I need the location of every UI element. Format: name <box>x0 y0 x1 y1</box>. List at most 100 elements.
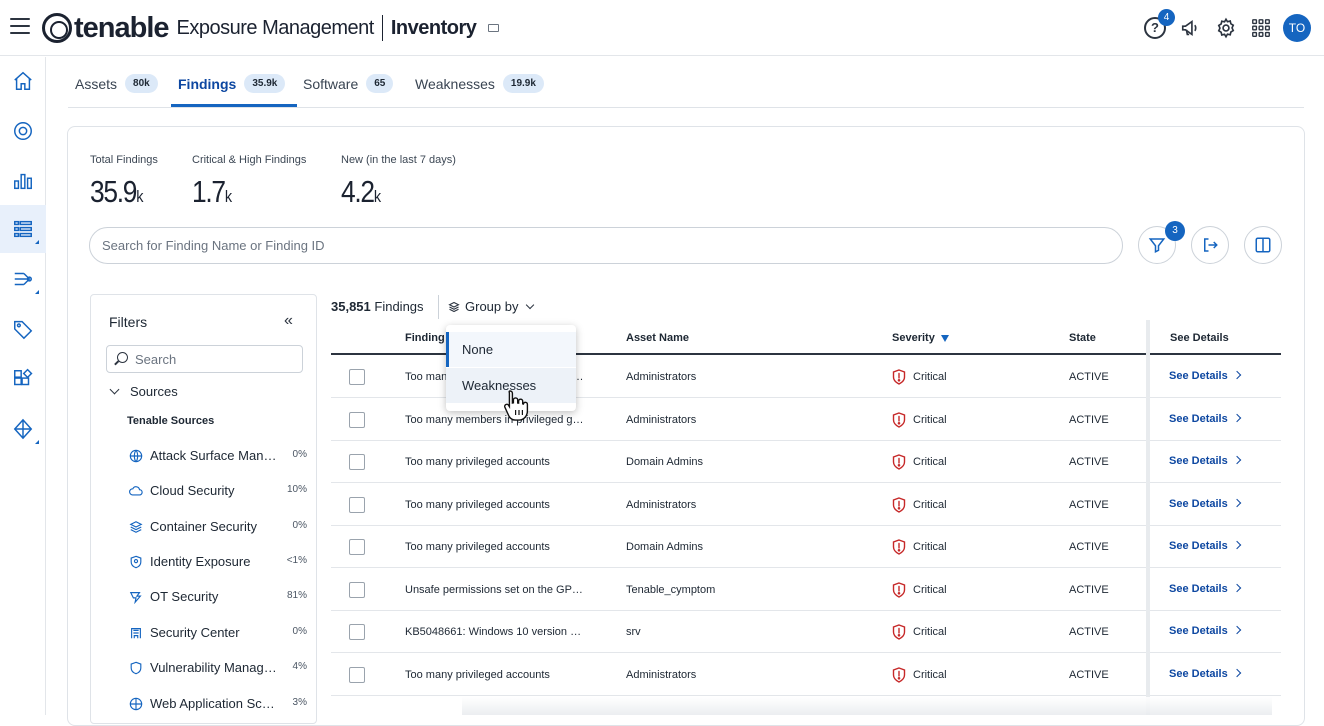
finding-name[interactable]: Too many privileged accounts <box>405 541 587 553</box>
stat-new-findings: New (in the last 7 days) 4.2k <box>341 154 456 210</box>
group-by-option-none[interactable]: None <box>446 332 576 367</box>
row-checkbox[interactable] <box>349 496 365 513</box>
table-row[interactable]: Too many privileged accounts Administrato… <box>331 484 1281 526</box>
state-cell: ACTIVE <box>1069 371 1109 383</box>
tab-software[interactable]: Software 65 <box>303 70 394 107</box>
source-filter-item[interactable]: OT Security 81% <box>127 588 307 608</box>
table-row[interactable]: Unsafe permissions set on the GPO object… <box>331 569 1281 611</box>
see-details-link[interactable]: See Details <box>1169 413 1241 425</box>
globe-icon <box>129 449 143 463</box>
critical-shield-icon <box>892 624 906 640</box>
attack-path-icon[interactable] <box>0 255 46 303</box>
shield-icon <box>130 661 142 675</box>
asset-name: Domain Admins <box>626 456 704 468</box>
brand[interactable]: tenable Exposure Management Inventory <box>42 10 500 46</box>
megaphone-icon[interactable] <box>1180 17 1202 39</box>
critical-shield-icon <box>892 539 906 555</box>
finding-search-input[interactable]: Search for Finding Name or Finding ID <box>89 227 1123 264</box>
row-checkbox[interactable] <box>349 539 365 555</box>
finding-name[interactable]: Too many privileged accounts <box>405 499 587 511</box>
column-header-severity[interactable]: Severity <box>892 332 949 344</box>
column-header-asset-name[interactable]: Asset Name <box>626 332 689 344</box>
group-by-dropdown[interactable]: Group by <box>448 299 535 314</box>
table-row[interactable]: Too many privileged accounts Administrato… <box>331 654 1281 696</box>
tab-count-badge: 65 <box>366 74 394 93</box>
source-filter-item[interactable]: Vulnerability Management 4% <box>127 659 307 679</box>
row-checkbox[interactable] <box>349 666 365 683</box>
see-details-link[interactable]: See Details <box>1169 668 1241 680</box>
tab-weaknesses[interactable]: Weaknesses 19.9k <box>415 70 544 107</box>
table-row[interactable]: KB5048661: Windows 10 version 1809 srv Cri… <box>331 611 1281 653</box>
list-icon[interactable] <box>0 205 46 253</box>
source-filter-item[interactable]: Cloud Security 10% <box>127 482 307 502</box>
finding-name[interactable]: Too many members in privileged groups <box>405 414 587 426</box>
source-filter-item[interactable]: Identity Exposure <1% <box>127 553 307 573</box>
collapse-icon[interactable]: « <box>284 312 293 330</box>
see-details-link[interactable]: See Details <box>1169 498 1241 510</box>
source-filter-item[interactable]: Attack Surface Management 0% <box>127 447 307 467</box>
source-filter-item[interactable]: Container Security 0% <box>127 518 307 538</box>
state-cell: ACTIVE <box>1069 626 1109 638</box>
finding-name[interactable]: Too many privileged accounts <box>405 456 587 468</box>
identity-icon <box>130 555 142 569</box>
row-checkbox[interactable] <box>349 369 365 385</box>
column-resize-handle[interactable] <box>1146 320 1150 715</box>
tag-icon[interactable] <box>0 305 46 353</box>
book-icon[interactable] <box>488 24 500 32</box>
finding-name[interactable]: Unsafe permissions set on the GPO object… <box>405 584 587 596</box>
export-button[interactable] <box>1191 226 1229 264</box>
chevron-right-icon <box>1232 540 1241 550</box>
state-cell: ACTIVE <box>1069 413 1109 426</box>
critical-shield-icon <box>892 369 906 385</box>
stat-label: Critical & High Findings <box>192 154 307 166</box>
divider <box>438 295 439 319</box>
columns-button[interactable] <box>1244 226 1282 264</box>
see-details-link[interactable]: See Details <box>1169 455 1241 467</box>
top-bar: tenable Exposure Management Inventory <box>0 0 1324 56</box>
row-checkbox[interactable] <box>349 411 365 428</box>
apps-grid-icon[interactable] <box>1250 17 1272 39</box>
search-icon <box>117 352 128 363</box>
row-checkbox[interactable] <box>349 581 365 598</box>
integrations-icon[interactable] <box>0 355 46 403</box>
chevron-right-icon <box>1232 370 1241 380</box>
stat-value: 1.7k <box>192 174 233 209</box>
row-checkbox[interactable] <box>349 624 365 640</box>
chart-icon[interactable] <box>0 157 46 205</box>
scroll-overlay <box>462 697 1272 715</box>
see-details-link[interactable]: See Details <box>1169 583 1241 595</box>
tenable-logo-icon <box>42 13 72 43</box>
asset-name: srv <box>626 626 641 638</box>
source-filter-item[interactable]: Security Center 0% <box>127 624 307 644</box>
chevron-right-icon <box>1232 625 1241 635</box>
see-details-link[interactable]: See Details <box>1169 625 1241 637</box>
security-center-icon <box>131 628 141 639</box>
tab-findings[interactable]: Findings 35.9k <box>178 70 286 107</box>
notification-badge: 4 <box>1158 9 1175 26</box>
chevron-right-icon <box>1232 668 1241 677</box>
table-row[interactable]: Too many privileged accounts Domain Admin… <box>331 526 1281 568</box>
left-rail <box>0 57 46 715</box>
see-details-link[interactable]: See Details <box>1169 540 1241 552</box>
gear-icon[interactable] <box>1215 17 1237 39</box>
stat-value: 4.2k <box>341 174 382 209</box>
tab-assets[interactable]: Assets 80k <box>75 70 158 107</box>
target-icon[interactable] <box>0 107 46 155</box>
sources-toggle[interactable]: Sources <box>109 384 178 399</box>
column-header-finding[interactable]: Finding <box>405 332 445 344</box>
row-checkbox[interactable] <box>349 454 365 470</box>
finding-name[interactable]: Too many privileged accounts <box>405 669 587 681</box>
see-details-link[interactable]: See Details <box>1169 370 1241 382</box>
filter-search-input[interactable]: Search <box>106 345 303 373</box>
table-row[interactable]: Too many privileged accounts Domain Admin… <box>331 441 1281 483</box>
finding-name[interactable]: KB5048661: Windows 10 version 1809 <box>405 626 587 638</box>
severity-cell: Critical <box>892 496 947 513</box>
column-header-state[interactable]: State <box>1069 332 1096 344</box>
exposure-icon[interactable] <box>0 405 46 453</box>
menu-icon[interactable] <box>10 18 30 36</box>
home-icon[interactable] <box>0 57 46 105</box>
container-icon <box>129 521 143 533</box>
source-filter-item[interactable]: Web Application Scanning 3% <box>127 695 307 715</box>
avatar[interactable]: TO <box>1283 14 1311 42</box>
divider <box>381 15 383 41</box>
